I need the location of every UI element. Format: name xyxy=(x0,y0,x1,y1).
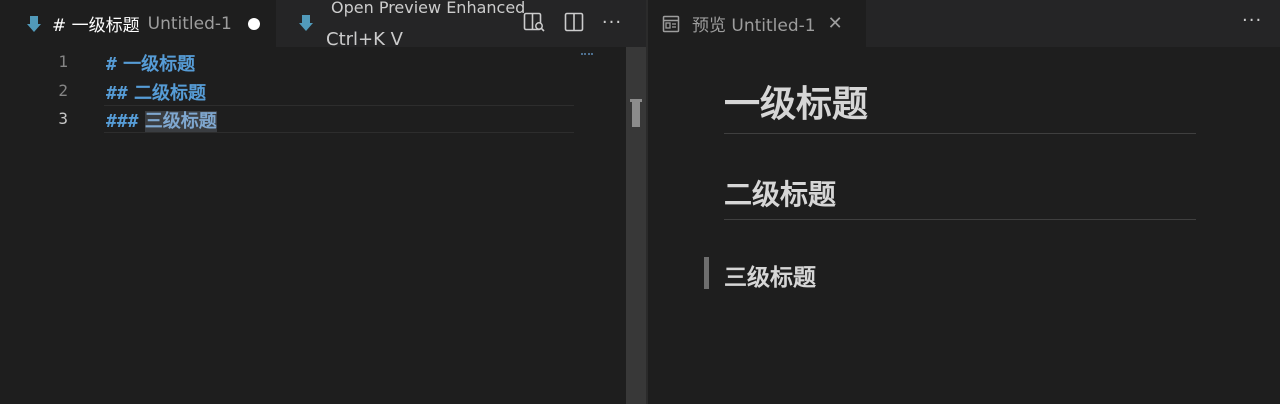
heading-marker-bar xyxy=(704,257,709,289)
code-line[interactable]: ### 三级标题 xyxy=(106,107,217,133)
code-line[interactable]: # 一级标题 xyxy=(106,50,195,76)
codelens-marker xyxy=(581,47,593,55)
split-editor-button[interactable] xyxy=(562,10,586,34)
command-tooltip: Open Preview Enhanced Ctrl+K V xyxy=(276,0,525,50)
unsaved-dot-icon[interactable] xyxy=(247,17,260,30)
tab-bar: 预览 Untitled-1 ✕ ··· xyxy=(648,0,1280,47)
tab-untitled-1[interactable]: # 一级标题 Untitled-1 xyxy=(0,0,276,47)
open-preview-icon xyxy=(523,12,545,32)
markdown-preview: 一级标题 二级标题 三级标题 xyxy=(648,47,1280,404)
heading-rule xyxy=(724,133,1196,134)
line-number: 3 xyxy=(58,109,68,128)
code-editor[interactable]: 1 # 一级标题 2 ## 二级标题 3 ### 三级标题 xyxy=(0,47,626,404)
tooltip-title: Open Preview Enhanced xyxy=(331,0,526,17)
split-editor-icon xyxy=(564,12,584,32)
tab-title: # 一级标题 xyxy=(52,16,140,36)
tab-bar: # 一级标题 Untitled-1 Open Preview Enhanced … xyxy=(0,0,646,50)
more-actions-icon[interactable]: ··· xyxy=(1242,10,1262,31)
line-number: 1 xyxy=(58,52,68,71)
markdown-arrow-icon xyxy=(27,15,41,32)
more-actions-icon[interactable]: ··· xyxy=(600,10,624,34)
open-preview-button[interactable] xyxy=(522,10,546,34)
code-line[interactable]: ## 二级标题 xyxy=(106,79,206,105)
tab-description: Untitled-1 xyxy=(147,13,232,34)
editor-group-right: 预览 Untitled-1 ✕ ··· 一级标题 二级标题 三级标题 xyxy=(648,0,1280,404)
close-icon[interactable]: ✕ xyxy=(828,13,843,34)
vertical-scrollbar[interactable] xyxy=(626,47,646,404)
line-number: 2 xyxy=(58,81,68,100)
selected-text: 三级标题 xyxy=(144,111,217,132)
editor-group-left: # 一级标题 Untitled-1 Open Preview Enhanced … xyxy=(0,0,646,404)
preview-icon xyxy=(662,15,680,32)
preview-heading-1: 一级标题 xyxy=(724,84,869,125)
scrollbar-thumb[interactable] xyxy=(632,101,640,127)
markdown-arrow-icon xyxy=(299,15,313,31)
tab-preview[interactable]: 预览 Untitled-1 ✕ xyxy=(648,0,866,47)
tab-title: 预览 Untitled-1 xyxy=(692,16,816,36)
vscode-window: # 一级标题 Untitled-1 Open Preview Enhanced … xyxy=(0,0,1280,404)
heading-rule xyxy=(724,219,1196,220)
preview-heading-3: 三级标题 xyxy=(724,265,816,291)
preview-heading-2: 二级标题 xyxy=(724,178,837,211)
